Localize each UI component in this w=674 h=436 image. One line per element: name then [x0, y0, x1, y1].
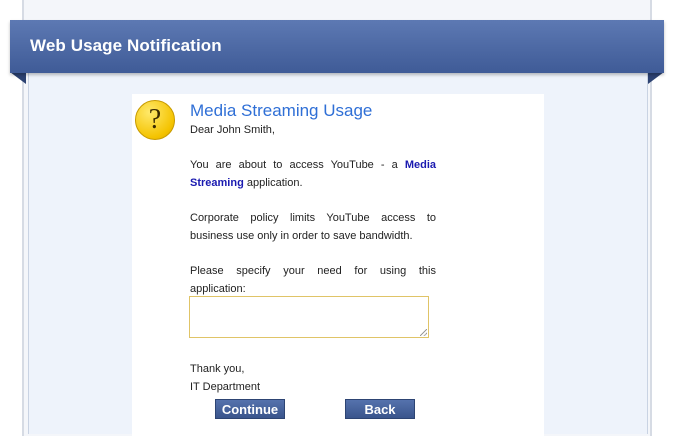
access-notice-prefix: You are about to access YouTube - a: [190, 159, 405, 171]
message-heading: Media Streaming Usage: [190, 101, 373, 120]
question-mark-glyph: ?: [148, 104, 162, 135]
continue-button[interactable]: Continue: [215, 399, 285, 419]
signature-text: IT Department: [190, 381, 261, 393]
question-mark-icon: ?: [135, 100, 175, 140]
page-title: Web Usage Notification: [30, 36, 222, 55]
access-notice-text: You are about to access YouTube - a Medi…: [190, 156, 436, 192]
ribbon-fold-left: [10, 72, 26, 84]
access-notice-suffix: application.: [243, 177, 303, 189]
header-bar: Web Usage Notification: [10, 20, 664, 73]
resize-grip-icon[interactable]: [420, 329, 427, 336]
ribbon-fold-right: [648, 72, 664, 84]
reason-textarea[interactable]: [189, 296, 429, 338]
greeting-text: Dear John Smith,: [190, 124, 275, 136]
reason-prompt-text: Please specify your need for using this …: [190, 265, 436, 295]
back-button[interactable]: Back: [345, 399, 415, 419]
policy-text: Corporate policy limits YouTube access t…: [190, 212, 436, 242]
thanks-text: Thank you,: [190, 363, 245, 375]
